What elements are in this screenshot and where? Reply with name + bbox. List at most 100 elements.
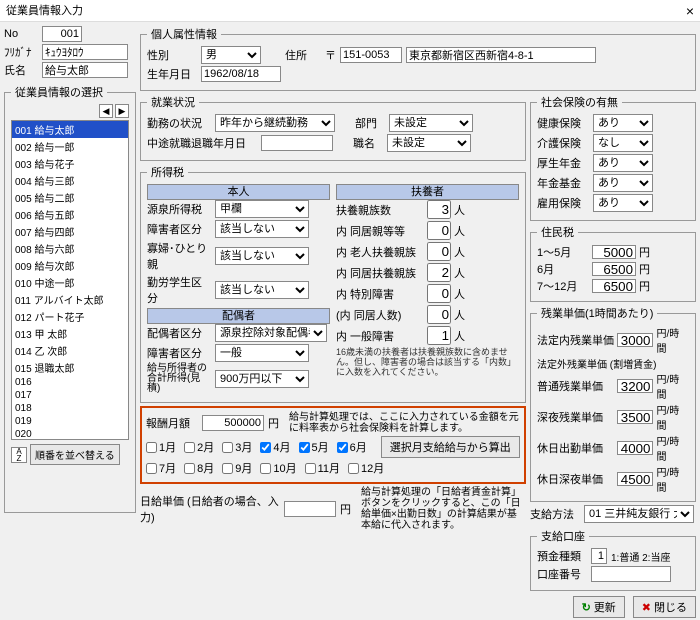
restax-fieldset: 住民税 1～5月円 6月円 7～12月円 [530, 224, 696, 302]
kenpo-select[interactable]: あり [593, 114, 653, 132]
name-label: 氏名 [4, 62, 38, 78]
cb-m11[interactable]: 11月 [305, 460, 340, 476]
month-sal-field[interactable] [202, 415, 264, 431]
dept-select[interactable]: 未設定 [389, 114, 473, 132]
zip-mark: 〒 [325, 47, 336, 63]
employee-item[interactable]: 004 給与三郎 [12, 172, 128, 189]
cb-m8[interactable]: 8月 [184, 460, 214, 476]
est-select[interactable]: 900万円以下 [215, 370, 309, 388]
cb-m7[interactable]: 7月 [146, 460, 176, 476]
addr-label: 住所 [285, 47, 321, 63]
employee-item[interactable]: 014 乙 次郎 [12, 342, 128, 359]
work-status-select[interactable]: 昨年から継続勤務 [215, 114, 335, 132]
cb-m10[interactable]: 10月 [260, 460, 296, 476]
cb-m2[interactable]: 2月 [184, 439, 214, 455]
kaigo-select[interactable]: なし [593, 134, 653, 152]
account-num[interactable] [591, 566, 671, 582]
cb-m4[interactable]: 4月 [260, 439, 290, 455]
employee-item[interactable]: 018 [12, 402, 128, 415]
birth-label: 生年月日 [147, 66, 197, 82]
employee-item[interactable]: 001 給与太郎 [12, 121, 128, 138]
leave-label: 中途就職退職年月日 [147, 135, 257, 151]
update-button[interactable]: 更新 [573, 596, 625, 618]
next-button[interactable]: ▶ [115, 104, 129, 118]
self-header: 本人 [147, 184, 330, 200]
calc-button[interactable]: 選択月支給給与から算出 [381, 436, 520, 458]
close-icon[interactable]: × [686, 0, 694, 21]
spouse-header: 配偶者 [147, 308, 330, 324]
window-title: 従業員情報入力 [6, 0, 83, 21]
cb-m1[interactable]: 1月 [146, 439, 176, 455]
close-button[interactable]: 閉じる [633, 596, 696, 618]
employee-item[interactable]: 011 アルバイト太郎 [12, 291, 128, 308]
list-legend: 従業員情報の選択 [11, 84, 107, 100]
kousei-select[interactable]: あり [593, 154, 653, 172]
employee-item[interactable]: 020 [12, 428, 128, 440]
sex-select[interactable]: 男 [201, 46, 261, 64]
koyo-select[interactable]: あり [593, 194, 653, 212]
addr-field[interactable] [406, 47, 596, 63]
employee-item[interactable]: 013 甲 太郎 [12, 325, 128, 342]
employee-item[interactable]: 010 中途一郎 [12, 274, 128, 291]
widow-select[interactable]: 該当しない [215, 247, 309, 265]
employee-item[interactable]: 003 給与花子 [12, 155, 128, 172]
post-select[interactable]: 未設定 [387, 134, 471, 152]
cb-m5[interactable]: 5月 [299, 439, 329, 455]
work-fieldset: 就業状況 勤務の状況 昨年から継続勤務 部門 未設定 中途就職退職年月日 職名 … [140, 94, 526, 161]
monthly-pay-box: 報酬月額 円 給与計算処理では、ここに入力されている金額を元に料率表から社会保険… [140, 406, 526, 484]
prev-button[interactable]: ◀ [99, 104, 113, 118]
dep-header: 扶養者 [336, 184, 519, 200]
daily-field[interactable] [284, 501, 336, 517]
deposit-type[interactable] [591, 548, 607, 564]
tax-legend: 所得税 [147, 164, 188, 180]
no-label: No [4, 28, 38, 40]
dept-label: 部門 [355, 115, 385, 131]
employee-item[interactable]: 008 給与六郎 [12, 240, 128, 257]
employee-item[interactable]: 016 [12, 376, 128, 389]
employee-item[interactable]: 006 給与五郎 [12, 206, 128, 223]
daily-label: 日給単価 (日給者の場合、入力) [140, 493, 280, 525]
sort-button[interactable]: 順番を並べ替える [30, 444, 120, 465]
spouse-ku-select[interactable]: 源泉控除対象配偶者 [215, 324, 327, 342]
dep-note: 16歳未満の扶養者は扶養親族数に含めません。但し、障害者の場合は該当する「内数」… [336, 347, 519, 377]
work-status-label: 勤務の状況 [147, 115, 211, 131]
pay-method-select[interactable]: 01 三井純友銀行 大塚支店 [584, 505, 694, 523]
student-select[interactable]: 該当しない [215, 281, 309, 299]
furigana-field[interactable] [42, 44, 128, 60]
dep-count[interactable] [427, 200, 451, 219]
tax-fieldset: 所得税 本人 源泉所得税甲欄 障害者区分該当しない 寡婦･ひとり親該当しない 勤… [140, 164, 526, 403]
gensen-select[interactable]: 甲欄 [215, 200, 309, 218]
bank-fieldset: 支給口座 預金種類1:普通 2:当座 口座番号 [530, 528, 696, 591]
zip-field[interactable] [340, 47, 402, 63]
shogai-select[interactable]: 該当しない [215, 220, 309, 238]
personal-legend: 個人属性情報 [147, 26, 221, 42]
no-field[interactable] [42, 26, 82, 42]
employee-item[interactable]: 019 [12, 415, 128, 428]
birth-field[interactable] [201, 66, 281, 82]
sort-icon: AZ [11, 447, 27, 463]
employee-list[interactable]: 001 給与太郎002 給与一郎003 給与花子004 給与三郎005 給与二郎… [11, 120, 129, 440]
insurance-fieldset: 社会保険の有無 健康保険あり 介護保険なし 厚生年金あり 年金基金あり 雇用保険… [530, 94, 696, 221]
cb-m3[interactable]: 3月 [222, 439, 252, 455]
kikin-select[interactable]: あり [593, 174, 653, 192]
employee-item[interactable]: 012 パート花子 [12, 308, 128, 325]
spouse-sh-select[interactable]: 一般 [215, 344, 309, 362]
cb-m9[interactable]: 9月 [222, 460, 252, 476]
employee-item[interactable]: 015 退職太郎 [12, 359, 128, 376]
sex-label: 性別 [147, 47, 197, 63]
furigana-label: ﾌﾘｶﾞﾅ [4, 44, 38, 60]
month-sal-label: 報酬月額 [146, 415, 198, 431]
personal-fieldset: 個人属性情報 性別 男 住所 〒 生年月日 [140, 26, 696, 91]
employee-item[interactable]: 017 [12, 389, 128, 402]
employee-item[interactable]: 007 給与四郎 [12, 223, 128, 240]
employee-item[interactable]: 005 給与二郎 [12, 189, 128, 206]
name-field[interactable] [42, 62, 128, 78]
leave-field[interactable] [261, 135, 333, 151]
employee-item[interactable]: 002 給与一郎 [12, 138, 128, 155]
work-legend: 就業状況 [147, 94, 199, 110]
employee-item[interactable]: 009 給与次郎 [12, 257, 128, 274]
cb-m6[interactable]: 6月 [337, 439, 367, 455]
cb-m12[interactable]: 12月 [348, 460, 384, 476]
overtime-fieldset: 残業単価(1時間あたり) 法定内残業単価円/時間 法定外残業単価 (割増賃金) … [530, 305, 696, 502]
post-label: 職名 [353, 135, 383, 151]
